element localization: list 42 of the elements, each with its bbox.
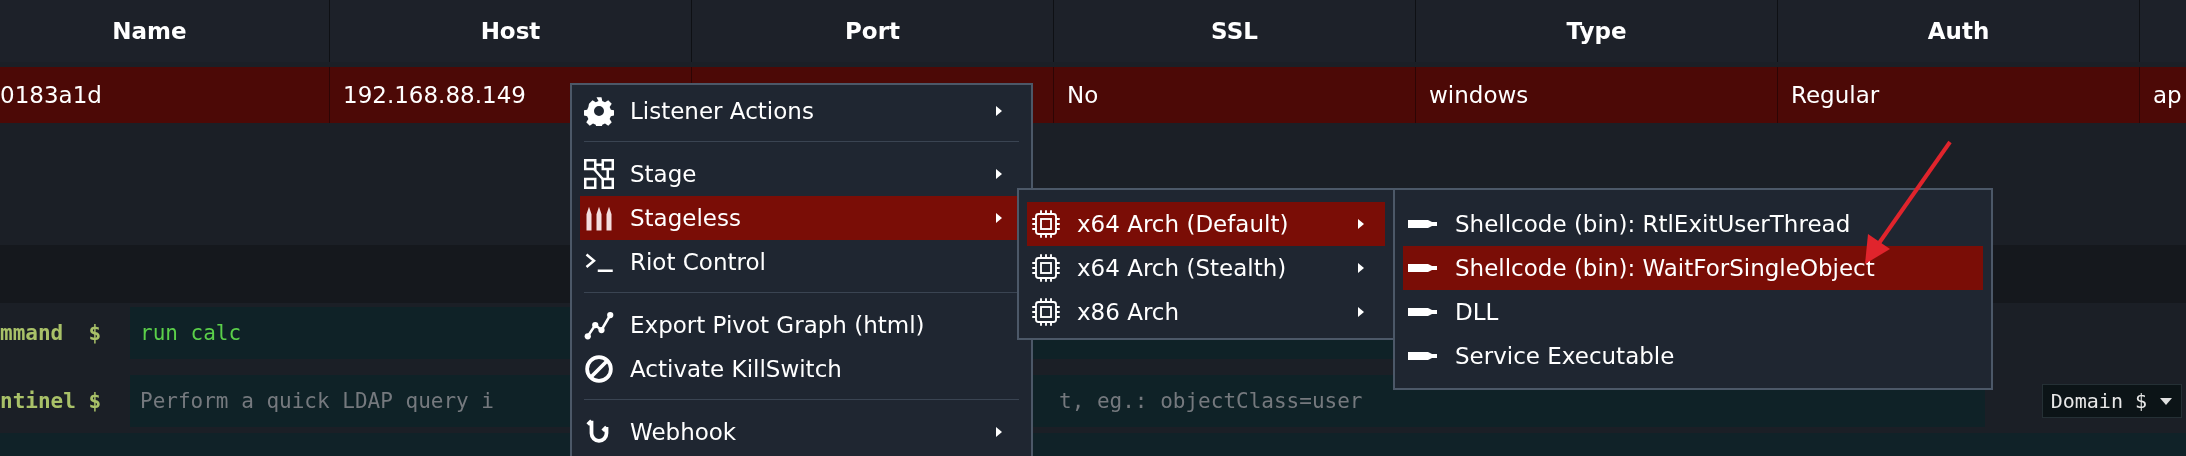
table-cell: Regular [1791,82,1880,108]
chip-icon [1031,297,1061,327]
column-header[interactable]: SSL [1054,0,1416,62]
prompt-label: mmand $ [0,321,103,345]
graph-icon [584,310,614,340]
gear-icon [584,96,614,126]
bullet-icon [1407,349,1439,363]
nodes-icon [584,159,614,189]
menu-item[interactable]: Service Executable [1403,334,1983,378]
domain-dropdown[interactable]: Domain $ [2041,384,2182,418]
submenu-arrow-icon [1357,262,1365,274]
menu-item[interactable]: x64 Arch (Default) [1027,202,1385,246]
ban-icon [584,354,614,384]
chip-icon [1031,253,1061,283]
menu-item[interactable]: Stage [580,152,1023,196]
column-header[interactable]: Auth [1778,0,2140,62]
table-cell: 192.168.88.149 [343,82,526,108]
bullet-icon [1407,305,1439,319]
column-header[interactable]: Type [1416,0,1778,62]
caret-icon [2159,396,2173,406]
table-cell: 0183a1d [0,82,102,108]
chip-icon [1031,209,1061,239]
submenu-arrow-icon [995,168,1003,180]
bullet-icon [1407,261,1439,275]
submenu-arrow-icon [995,426,1003,438]
table-cell: ap [2153,82,2182,108]
bullet-icon [1407,217,1439,231]
submenu-arrow-icon [995,105,1003,117]
submenu-arrow-icon [1357,306,1365,318]
menu-item[interactable]: Shellcode (bin): RtlExitUserThread [1403,202,1983,246]
column-header[interactable]: Name [0,0,330,62]
submenu-arrow-icon [995,212,1003,224]
menu-item[interactable]: Shellcode (bin): WaitForSingleObject [1403,246,1983,290]
menu-item[interactable]: DLL [1403,290,1983,334]
table-cell: No [1067,82,1099,108]
submenu-arrow-icon [1357,218,1365,230]
column-header[interactable]: Port [692,0,1054,62]
column-header[interactable]: Host [330,0,692,62]
menu-item[interactable]: x64 Arch (Stealth) [1027,246,1385,290]
menu-item[interactable]: x86 Arch [1027,290,1385,334]
prompt-label: ntinel $ [0,389,103,413]
table-cell: windows [1429,82,1529,108]
